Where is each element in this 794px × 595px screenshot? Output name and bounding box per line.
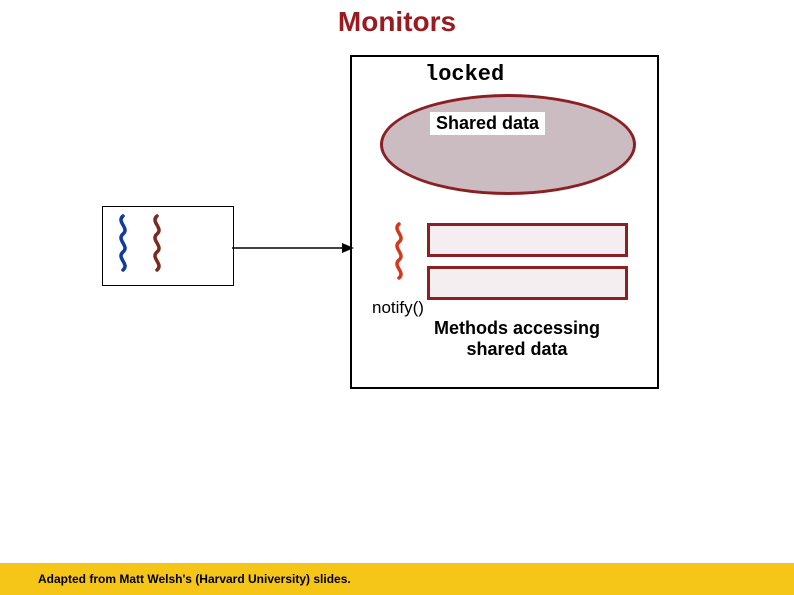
- shared-data-ellipse: [380, 94, 636, 195]
- notify-label: notify(): [370, 298, 426, 318]
- method-slot-1: [427, 223, 628, 257]
- thread-icon: [390, 222, 408, 282]
- methods-caption-line1: Methods accessing: [434, 318, 600, 338]
- footer-attribution: Adapted from Matt Welsh's (Harvard Unive…: [38, 572, 351, 586]
- method-slot-2: [427, 266, 628, 300]
- thread-icon: [148, 214, 166, 274]
- arrow-icon: [232, 238, 354, 258]
- locked-label: locked: [425, 62, 504, 87]
- slide-title: Monitors: [0, 6, 794, 38]
- methods-caption-line2: shared data: [467, 339, 568, 359]
- methods-caption: Methods accessing shared data: [434, 318, 600, 359]
- thread-icon: [114, 214, 132, 274]
- shared-data-label: Shared data: [430, 112, 545, 135]
